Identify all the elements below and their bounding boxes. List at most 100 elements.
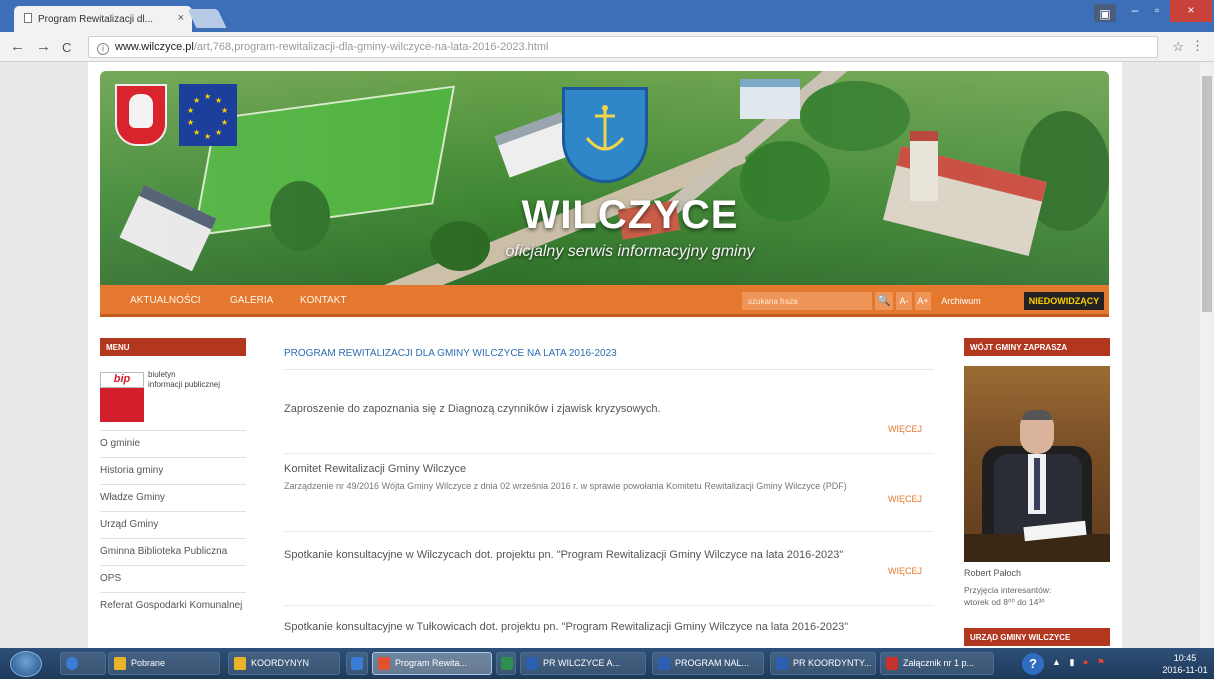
system-tray: ▲ ▮ ● ⚑ (1052, 657, 1105, 668)
page-title: PROGRAM REWITALIZACJI DLA GMINY WILCZYCE… (284, 348, 934, 370)
taskbar-item[interactable] (496, 652, 516, 675)
more-link[interactable]: WIĘCEJ (284, 424, 934, 434)
nav-item-kontakt[interactable]: KONTAKT (300, 295, 346, 306)
taskbar-item[interactable]: PR WILCZYCE A... (520, 652, 646, 675)
photo-hair (1022, 410, 1052, 420)
taskbar-item[interactable]: PROGRAM NAL... (652, 652, 764, 675)
tab-title: Program Rewitalizacji dl... (38, 14, 154, 25)
article-title[interactable]: Zaproszenie do zapoznania się z Diagnozą… (284, 402, 934, 416)
taskbar-item-label: Załącznik nr 1 p... (903, 658, 975, 668)
sidebar-item-ops[interactable]: OPS (100, 565, 246, 592)
forward-arrow-icon[interactable]: → (36, 38, 51, 55)
sidebar-item-o-gminie[interactable]: O gminie (100, 430, 246, 457)
scrollbar-thumb[interactable] (1202, 76, 1212, 312)
taskbar-app-icon (114, 657, 126, 670)
flag-icon[interactable]: ⚑ (1097, 657, 1105, 667)
minimize-button[interactable]: – (1124, 0, 1146, 22)
taskbar-app-icon (776, 657, 788, 670)
bookmark-star-icon[interactable]: ☆ (1172, 39, 1184, 55)
page-icon (24, 13, 32, 23)
search-input[interactable] (742, 292, 872, 310)
vertical-scrollbar[interactable] (1200, 62, 1214, 648)
accessibility-button[interactable]: NIEDOWIDZĄCY (1024, 292, 1104, 310)
bip-text-line: biuletyn (148, 370, 176, 379)
taskbar-app-icon (526, 657, 538, 670)
article-description[interactable]: Zarządzenie nr 49/2016 Wójta Gminy Wilcz… (284, 480, 934, 492)
taskbar-item[interactable]: PR KOORDYNTY... (770, 652, 876, 675)
tab-close-icon[interactable]: × (178, 12, 184, 24)
article-item: Spotkanie konsultacyjne w Tułkowicach do… (284, 620, 934, 648)
photo-tie (1034, 458, 1040, 510)
taskbar-ie-icon[interactable] (60, 652, 106, 675)
start-button[interactable] (10, 651, 42, 677)
article-title[interactable]: Komitet Rewitalizacji Gminy Wilczyce (284, 462, 934, 476)
user-profile-icon[interactable]: ▣ (1094, 4, 1116, 22)
taskbar-item[interactable] (346, 652, 368, 675)
taskbar-item[interactable]: Załącznik nr 1 p... (880, 652, 994, 675)
sidebar-item-referat[interactable]: Referat Gospodarki Komunalnej (100, 592, 246, 619)
article-item: Spotkanie konsultacyjne w Wilczycach dot… (284, 548, 934, 606)
browser-menu-icon[interactable]: ⋮ (1191, 38, 1204, 54)
sidebar-item-urzad[interactable]: Urząd Gminy (100, 511, 246, 538)
taskbar-item-label: Program Rewita... (395, 658, 468, 668)
archive-link[interactable]: Archiwum (934, 292, 988, 310)
anchor-icon (585, 105, 625, 151)
browser-tab-bar: Program Rewitalizacji dl... × ▣ – ▫ × (0, 0, 1214, 32)
taskbar-app-icon (658, 657, 670, 670)
taskbar-item[interactable]: Pobrane (108, 652, 220, 675)
eu-flag-emblem: ★ ★ ★ ★ ★ ★ ★ ★ ★ ★ (179, 84, 237, 146)
office-hours: Przyjęcia interesantów: wtorek od 8⁰⁰ do… (964, 584, 1110, 608)
new-tab-button[interactable] (187, 9, 227, 28)
tray-expand-icon[interactable]: ▲ (1052, 657, 1061, 667)
reload-icon[interactable]: C (62, 40, 71, 55)
article-title[interactable]: Spotkanie konsultacyjne w Wilczycach dot… (284, 548, 934, 562)
menu-heading: MENU (100, 338, 246, 356)
wilczyce-coat-of-arms (562, 87, 648, 183)
browser-tab[interactable]: Program Rewitalizacji dl... × (14, 6, 192, 32)
network-icon[interactable]: ▮ (1069, 657, 1074, 667)
address-bar-row: ← → C i www.wilczyce.pl/art,768,program-r… (0, 32, 1214, 62)
article-title[interactable]: Spotkanie konsultacyjne w Tułkowicach do… (284, 620, 934, 634)
nav-item-aktualnosci[interactable]: AKTUALNOŚCI (130, 295, 201, 306)
more-link[interactable]: WIĘCEJ (284, 566, 934, 576)
windows-taskbar: Pobrane KOORDYNYN Program Rewita... PR WILC… (0, 648, 1214, 679)
help-icon[interactable]: ? (1022, 653, 1044, 675)
info-icon[interactable]: i (97, 43, 109, 55)
header-banner: ★ ★ ★ ★ ★ ★ ★ ★ ★ ★ WILCZYCE oficjalny serwis … (100, 71, 1109, 285)
mayor-name: Robert Pałoch (964, 568, 1022, 578)
search-icon[interactable]: 🔍 (875, 292, 893, 310)
office-hours-label: Przyjęcia interesantów: (964, 585, 1052, 595)
taskbar-item-label: PR KOORDYNTY... (793, 658, 872, 668)
nav-item-galeria[interactable]: GALERIA (230, 295, 273, 306)
mayor-heading: WÓJT GMINY ZAPRASZA (964, 338, 1110, 356)
eagle-icon (129, 94, 153, 128)
more-link[interactable]: WIĘCEJ (284, 494, 934, 504)
sidebar-menu: O gminie Historia gminy Władze Gminy Urz… (100, 430, 246, 619)
sidebar-item-wladze[interactable]: Władze Gminy (100, 484, 246, 511)
volume-icon[interactable]: ● (1083, 657, 1088, 667)
sidebar-item-biblioteka[interactable]: Gminna Biblioteka Publiczna (100, 538, 246, 565)
font-decrease-button[interactable]: A- (896, 292, 912, 310)
ie-icon (66, 657, 78, 670)
site-subtitle: oficjalny serwis informacyjny gminy (505, 243, 755, 260)
bip-red-block (100, 388, 144, 422)
font-increase-button[interactable]: A+ (915, 292, 931, 310)
clock-date: 2016-11-01 (1162, 665, 1208, 675)
url-path: /art,768,program-rewitalizacji-dla-gminy… (193, 41, 549, 53)
close-window-button[interactable]: × (1170, 0, 1212, 22)
system-clock[interactable]: 10:45 2016-11-01 (1160, 652, 1210, 676)
bip-tag: bip (100, 372, 144, 388)
main-navigation: AKTUALNOŚCI GALERIA KONTAKT 🔍 A- A+ Arch… (100, 285, 1109, 317)
back-arrow-icon[interactable]: ← (10, 38, 25, 55)
clock-time: 10:45 (1173, 653, 1197, 663)
taskbar-item-label: Pobrane (131, 658, 166, 668)
taskbar-app-icon (501, 657, 513, 670)
url-input[interactable]: i www.wilczyce.pl/art,768,program-rewital… (88, 36, 1158, 58)
taskbar-app-icon (234, 657, 246, 670)
taskbar-item-label: KOORDYNYN (251, 658, 310, 668)
sidebar-item-historia[interactable]: Historia gminy (100, 457, 246, 484)
taskbar-item[interactable]: KOORDYNYN (228, 652, 340, 675)
maximize-button[interactable]: ▫ (1146, 0, 1168, 22)
taskbar-item[interactable]: Program Rewita... (372, 652, 492, 675)
bip-logo-link[interactable]: bip biuletyn informacji publicznej (100, 368, 246, 424)
